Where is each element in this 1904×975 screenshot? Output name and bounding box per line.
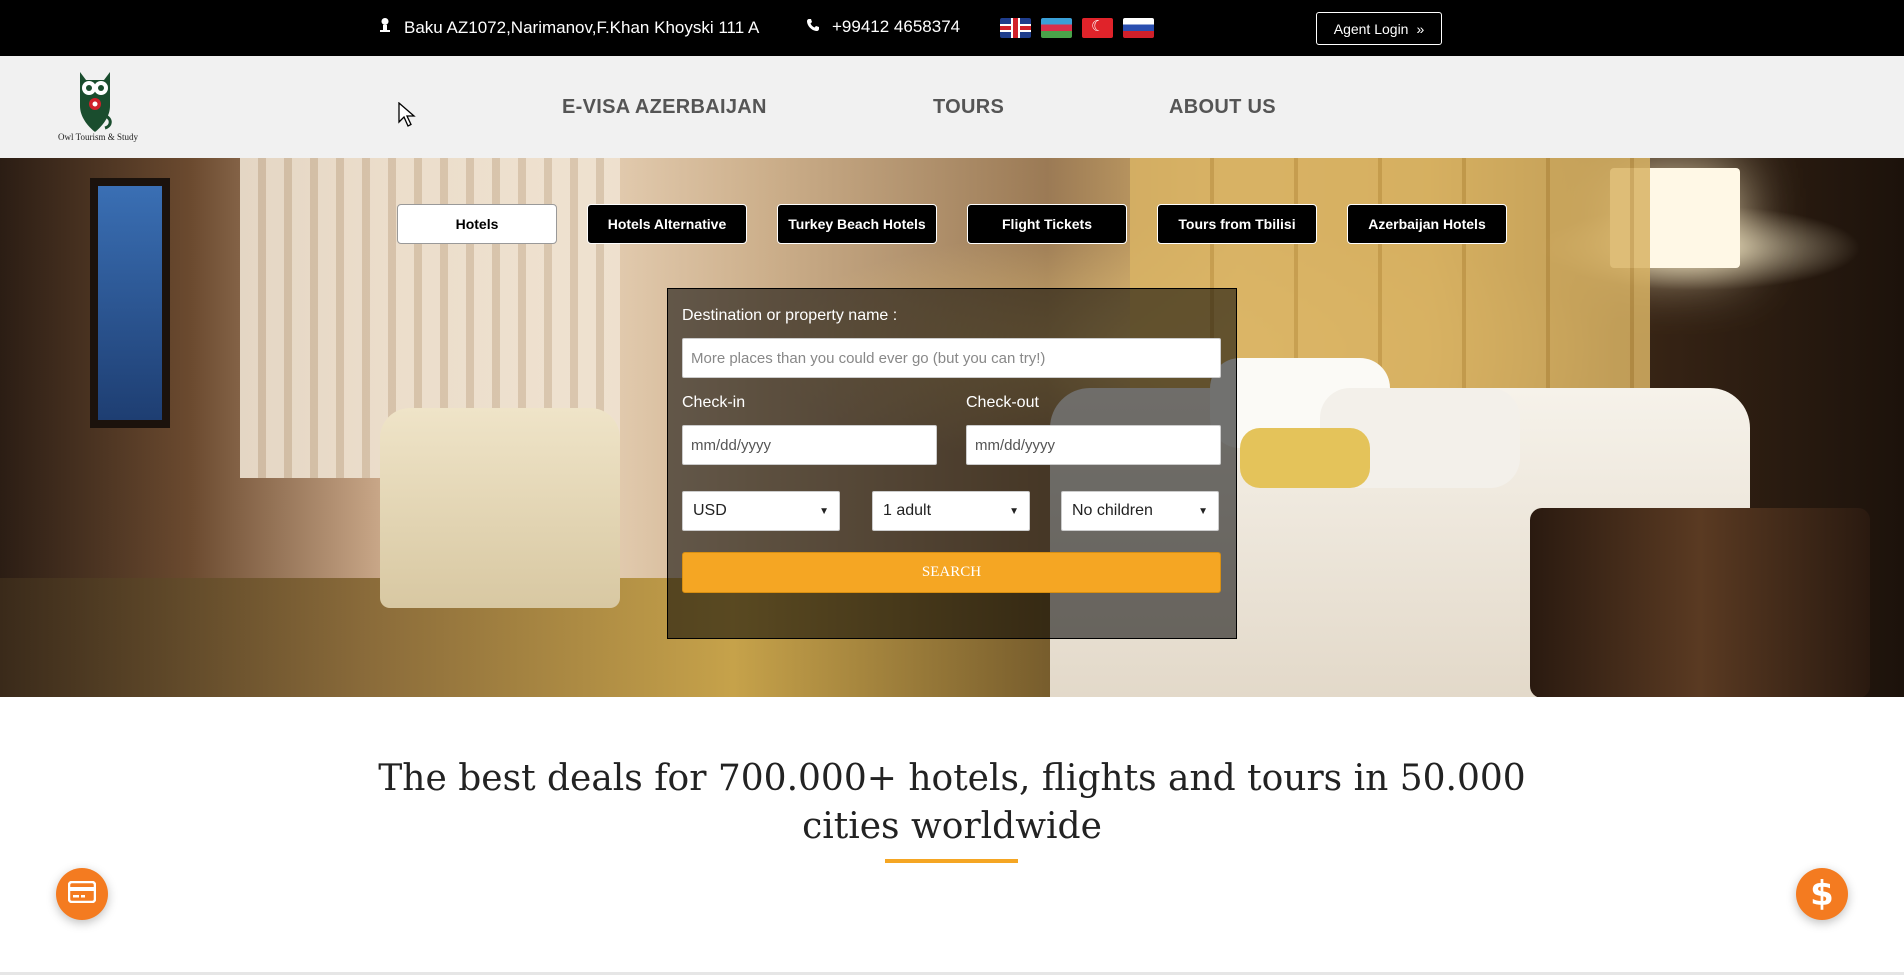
- payment-card-button[interactable]: [56, 868, 108, 920]
- nav-about-us[interactable]: ABOUT US: [1169, 96, 1276, 119]
- hotel-search-form: Destination or property name : More plac…: [667, 288, 1237, 639]
- address: Baku AZ1072,Narimanov,F.Khan Khoyski 111…: [378, 17, 759, 38]
- main-navbar: Owl Tourism & Study E-VISA AZERBAIJAN TO…: [0, 56, 1904, 158]
- headline-underline: [885, 859, 1018, 863]
- currency-button[interactable]: $: [1796, 868, 1848, 920]
- language-switcher: [1000, 18, 1154, 38]
- search-button[interactable]: SEARCH: [682, 552, 1221, 593]
- credit-card-icon: [67, 880, 97, 908]
- phone-icon: [806, 17, 820, 37]
- hero-nightstand-decor: [1530, 508, 1870, 697]
- flag-az-icon[interactable]: [1041, 18, 1072, 38]
- headline-line-1: The best deals for 700.000+ hotels, flig…: [378, 758, 1526, 799]
- checkout-label: Check-out: [966, 394, 1039, 411]
- destination-label: Destination or property name :: [682, 307, 898, 324]
- phone[interactable]: +99412 4658374: [806, 17, 960, 37]
- currency-value: USD: [693, 502, 727, 519]
- flag-tr-icon[interactable]: [1082, 18, 1113, 38]
- flag-uk-icon[interactable]: [1000, 18, 1031, 38]
- children-select[interactable]: No children ▼: [1061, 491, 1219, 531]
- flag-ru-icon[interactable]: [1123, 18, 1154, 38]
- mouse-cursor-icon: [398, 101, 416, 133]
- hero-window-decor: [90, 178, 170, 428]
- agent-login-button[interactable]: Agent Login »: [1316, 12, 1442, 45]
- tab-hotels[interactable]: Hotels: [397, 204, 557, 244]
- page-headline: The best deals for 700.000+ hotels, flig…: [0, 755, 1904, 851]
- agent-login-label: Agent Login: [1333, 20, 1409, 37]
- hero-pillow-decor: [1240, 428, 1370, 488]
- nav-evisa[interactable]: E-VISA AZERBAIJAN: [562, 96, 767, 119]
- adults-select[interactable]: 1 adult ▼: [872, 491, 1030, 531]
- checkout-input[interactable]: mm/dd/yyyy: [966, 425, 1221, 465]
- caret-down-icon: ▼: [819, 505, 829, 517]
- tab-hotels-alternative[interactable]: Hotels Alternative: [587, 204, 747, 244]
- nav-tours[interactable]: TOURS: [933, 96, 1004, 119]
- checkin-input[interactable]: mm/dd/yyyy: [682, 425, 937, 465]
- caret-down-icon: ▼: [1198, 505, 1208, 517]
- hero-armchair-decor: [380, 408, 620, 608]
- location-icon: [378, 17, 392, 38]
- children-value: No children: [1072, 502, 1153, 519]
- hero-banner: Hotels Hotels Alternative Turkey Beach H…: [0, 158, 1904, 697]
- tab-flight-tickets[interactable]: Flight Tickets: [967, 204, 1127, 244]
- dollar-icon: $: [1810, 874, 1834, 914]
- logo-text: Owl Tourism & Study: [58, 132, 138, 142]
- tab-azerbaijan-hotels[interactable]: Azerbaijan Hotels: [1347, 204, 1507, 244]
- double-chevron-right-icon: »: [1416, 20, 1425, 37]
- caret-down-icon: ▼: [1009, 505, 1019, 517]
- top-bar: Baku AZ1072,Narimanov,F.Khan Khoyski 111…: [0, 0, 1904, 56]
- destination-input[interactable]: More places than you could ever go (but …: [682, 338, 1221, 378]
- adults-value: 1 adult: [883, 502, 932, 519]
- headline-line-2: cities worldwide: [802, 806, 1102, 847]
- address-text: Baku AZ1072,Narimanov,F.Khan Khoyski 111…: [404, 17, 760, 37]
- tab-tours-from-tbilisi[interactable]: Tours from Tbilisi: [1157, 204, 1317, 244]
- checkin-label: Check-in: [682, 394, 746, 411]
- phone-number: +99412 4658374: [832, 17, 961, 36]
- tab-turkey-beach-hotels[interactable]: Turkey Beach Hotels: [777, 204, 937, 244]
- currency-select[interactable]: USD ▼: [682, 491, 840, 531]
